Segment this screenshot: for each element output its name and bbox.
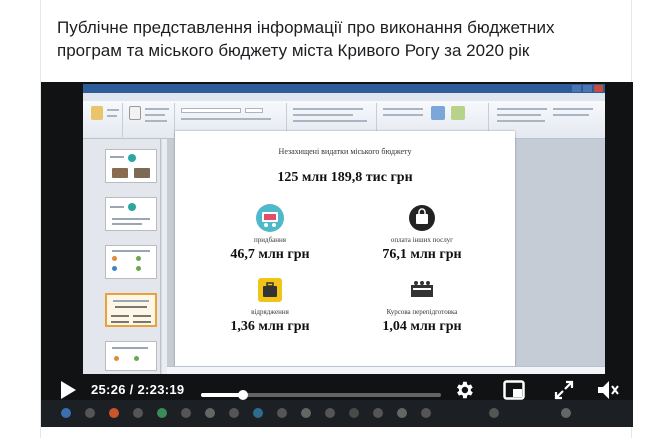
ribbon-group-clipboard [85, 103, 123, 137]
settings-button[interactable] [451, 377, 477, 403]
slide-thumbnail [105, 149, 157, 183]
picture-in-picture-icon [503, 380, 525, 400]
duration: 2:23:19 [137, 382, 185, 397]
slides-panel [83, 139, 161, 374]
close-icon [594, 85, 603, 92]
minimize-icon [572, 85, 581, 92]
playback-time: 25:26 / 2:23:19 [91, 382, 184, 397]
window-controls [572, 85, 603, 92]
expense-value: 46,7 млн грн [230, 247, 310, 262]
expense-item-business-trips: відрядження 1,36 млн грн [195, 275, 345, 335]
ribbon-group-slides [125, 103, 175, 137]
presentation-screen: Незахищені видатки міського бюджету 125 … [83, 84, 605, 374]
slide-heading: Незахищені видатки міського бюджету [278, 147, 412, 156]
expense-value: 1,04 млн грн [382, 319, 462, 334]
progress-fill [201, 393, 244, 397]
expense-label: Курсова перепідготовка [386, 308, 458, 316]
suitcase-icon [255, 275, 285, 305]
fullscreen-icon [554, 380, 574, 400]
slide-thumbnail [105, 245, 157, 279]
expense-item-purchases: придбання 46,7 млн грн [195, 203, 345, 263]
current-slide: Незахищені видатки міського бюджету 125 … [175, 131, 515, 369]
quick-styles-icon [451, 106, 465, 120]
time-separator: / [125, 382, 138, 397]
expense-value: 1,36 млн грн [230, 319, 310, 334]
post-title: Публічне представлення інформації про ви… [57, 18, 555, 60]
slide-thumbnail [105, 341, 157, 371]
progress-bar[interactable] [201, 390, 441, 400]
progress-handle[interactable] [238, 390, 249, 400]
expense-label: придбання [254, 236, 286, 244]
ribbon-tabs [83, 93, 605, 101]
gear-icon [457, 381, 473, 399]
post-card: Публічне представлення інформації про ви… [40, 0, 633, 438]
expense-label: оплата інших послуг [390, 236, 454, 244]
expense-value: 76,1 млн грн [382, 247, 462, 262]
expense-label: відрядження [251, 308, 289, 316]
bag-icon [407, 203, 437, 233]
training-icon [407, 275, 437, 305]
play-icon [61, 381, 76, 399]
video-controls: 25:26 / 2:23:19 [41, 372, 633, 412]
arrange-icon [431, 106, 445, 120]
new-slide-icon [129, 106, 141, 120]
slides-panel-tabs [83, 139, 160, 146]
slide-total: 125 млн 189,8 тис грн [277, 170, 413, 185]
slide-thumbnail [105, 197, 157, 231]
fullscreen-button[interactable] [551, 377, 577, 403]
slide-thumbnail-selected [105, 293, 157, 327]
cart-icon [255, 203, 285, 233]
play-button[interactable] [59, 380, 77, 400]
expense-item-services: оплата інших послуг 76,1 млн грн [347, 203, 497, 263]
expense-item-training: Курсова перепідготовка 1,04 млн грн [347, 275, 497, 335]
window-title-bar [83, 84, 605, 93]
volume-muted-icon [598, 381, 619, 399]
mute-button[interactable] [595, 377, 621, 403]
current-time: 25:26 [91, 382, 126, 397]
pip-button[interactable] [501, 377, 527, 403]
maximize-icon [583, 85, 592, 92]
paste-icon [91, 106, 103, 120]
video-player[interactable]: Незахищені видатки міського бюджету 125 … [41, 82, 633, 427]
